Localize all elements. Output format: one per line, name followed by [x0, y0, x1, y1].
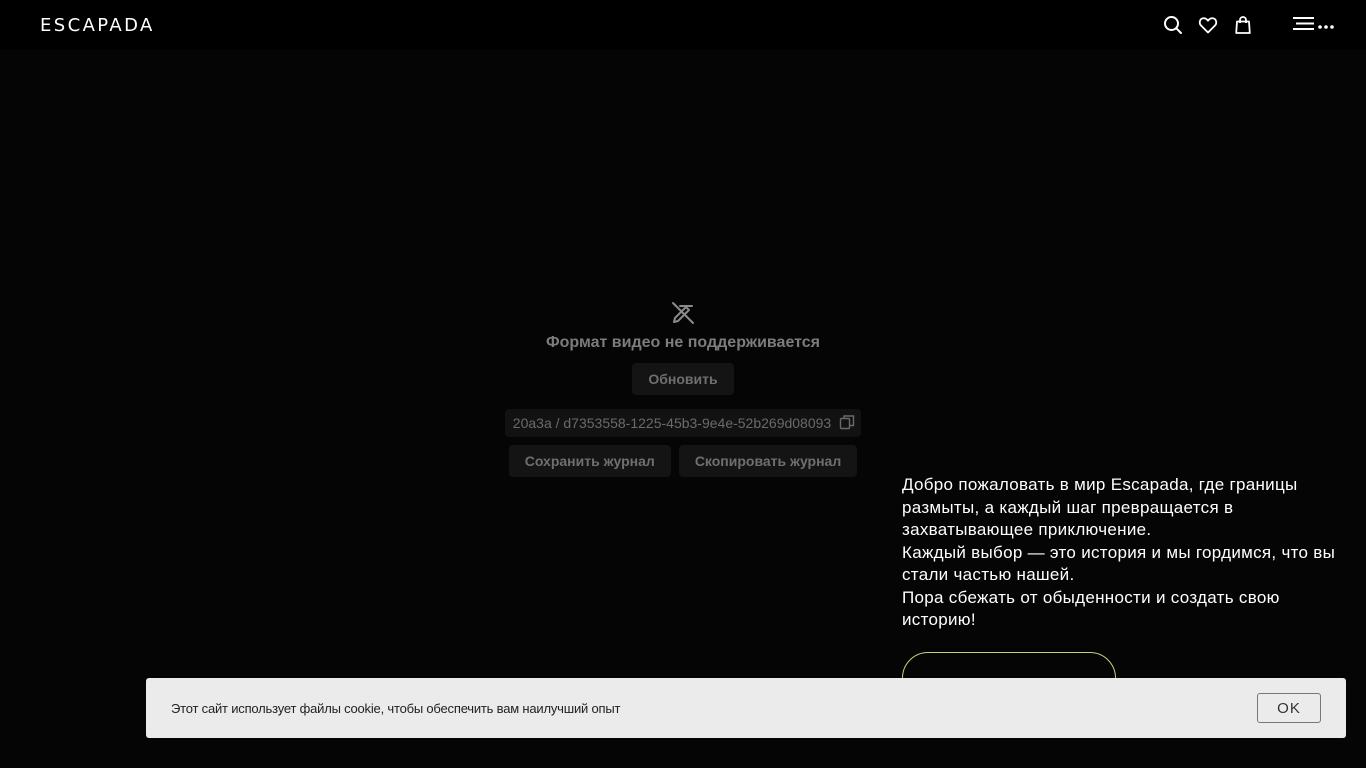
promo-line-1: Добро пожаловать в мир Escapada, где гра…	[902, 475, 1298, 539]
session-id-text: 20a3a / d7353558-1225-45b3-9e4e-52b269d0…	[512, 415, 832, 431]
save-log-button[interactable]: Сохранить журнал	[508, 445, 671, 477]
heart-icon[interactable]	[1196, 13, 1220, 37]
video-unsupported-icon	[670, 300, 696, 326]
copy-log-button[interactable]: Скопировать журнал	[678, 445, 858, 477]
promo-line-2: Каждый выбор — это история и мы гордимся…	[902, 542, 1336, 585]
cookie-banner: Этот сайт использует файлы cookie, чтобы…	[146, 678, 1346, 738]
session-id-row: 20a3a / d7353558-1225-45b3-9e4e-52b269d0…	[504, 409, 862, 437]
search-icon[interactable]	[1161, 13, 1185, 37]
copy-icon[interactable]	[839, 414, 855, 433]
promo-text: Добро пожаловать в мир Escapada, где гра…	[902, 474, 1342, 632]
menu-icon[interactable]	[1292, 13, 1338, 37]
video-error-message: Формат видео не поддерживается	[546, 334, 820, 351]
site-header: ESCAPADA	[0, 0, 1366, 50]
promo-line-3: Пора сбежать от обыденности и создать св…	[902, 587, 1280, 630]
refresh-button[interactable]: Обновить	[632, 363, 734, 395]
cookie-text: Этот сайт использует файлы cookie, чтобы…	[171, 700, 621, 716]
header-actions	[1161, 13, 1338, 37]
video-error-panel: Формат видео не поддерживается Обновить …	[0, 300, 1366, 477]
cookie-ok-button[interactable]: OK	[1257, 693, 1321, 723]
log-buttons: Сохранить журнал Скопировать журнал	[508, 445, 858, 477]
bag-icon[interactable]	[1231, 13, 1255, 37]
logo[interactable]: ESCAPADA	[40, 15, 155, 36]
